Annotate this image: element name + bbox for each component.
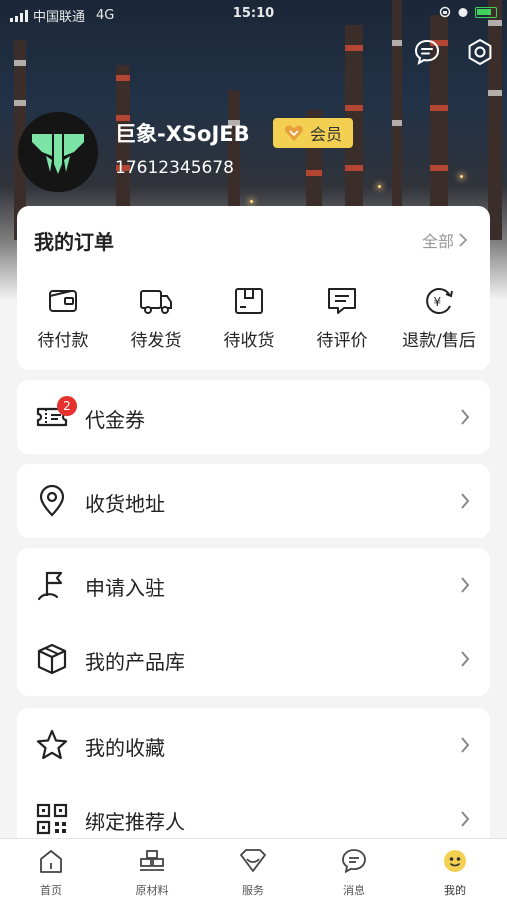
- order-pending-review[interactable]: 待评价: [296, 286, 388, 351]
- alarm-icon: [458, 8, 468, 17]
- light-dot: [460, 175, 463, 178]
- order-label: 待付款: [37, 331, 89, 351]
- coupon-card: 2 代金券: [17, 380, 490, 454]
- username: 巨象-XSoJEB: [115, 122, 250, 146]
- light-dot: [250, 200, 253, 203]
- menu-apply[interactable]: 申请入驻: [17, 548, 490, 622]
- message-icon[interactable]: [413, 38, 441, 66]
- merchant-card: 申请入驻 我的产品库: [17, 548, 490, 696]
- orders-all-label: 全部: [421, 232, 454, 251]
- tab-label: 原材料: [135, 884, 169, 897]
- flag-icon: [37, 571, 63, 601]
- order-refund-aftersale[interactable]: ¥ 退款/售后: [389, 286, 489, 351]
- chevron-right-icon: [461, 737, 470, 753]
- refund-icon: ¥: [426, 288, 453, 314]
- coupon-count-badge: 2: [57, 396, 77, 416]
- tab-label: 我的: [444, 884, 466, 897]
- light-dot: [378, 185, 381, 188]
- elephant-logo-icon: [18, 112, 98, 192]
- settings-icon[interactable]: [466, 38, 494, 66]
- materials-icon: [140, 850, 164, 871]
- vip-heart-icon: [285, 125, 303, 141]
- chevron-right-icon: [461, 811, 470, 827]
- favorites-card: 我的收藏 绑定推荐人: [17, 708, 490, 848]
- order-label: 待发货: [130, 331, 182, 351]
- status-time: 15:10: [232, 6, 275, 21]
- orders-card: 我的订单 全部 待付款 待发货 待收货 待评价 ¥ 退款/售后: [17, 206, 490, 370]
- package-icon: [235, 288, 263, 314]
- tab-label: 首页: [40, 884, 62, 897]
- status-bar: 中国联通 4G 15:10: [0, 0, 507, 28]
- chevron-right-icon: [459, 233, 468, 247]
- star-icon: [36, 729, 68, 760]
- order-label: 待收货: [223, 331, 275, 351]
- location-icon: [39, 484, 65, 517]
- vip-badge[interactable]: 会员: [273, 118, 353, 148]
- profile-icon: [444, 850, 466, 872]
- address-card: 收货地址: [17, 464, 490, 538]
- bottom-tab-bar: 首页 原材料 服务 消息 我的: [0, 838, 507, 900]
- vip-label: 会员: [309, 125, 342, 144]
- tab-profile[interactable]: 我的: [415, 847, 495, 898]
- menu-label: 我的产品库: [85, 650, 185, 674]
- avatar[interactable]: [18, 112, 98, 192]
- home-icon: [40, 850, 62, 873]
- menu-label: 我的收藏: [85, 736, 165, 760]
- menu-label: 代金券: [85, 408, 145, 432]
- chevron-right-icon: [461, 577, 470, 593]
- order-pending-receipt[interactable]: 待收货: [203, 286, 295, 351]
- lock-rotation-icon: [439, 6, 451, 18]
- orders-all-link[interactable]: 全部: [422, 228, 468, 252]
- truck-icon: [140, 290, 172, 314]
- tab-messages[interactable]: 消息: [314, 847, 394, 898]
- tab-home[interactable]: 首页: [11, 847, 91, 898]
- wallet-icon: [49, 290, 77, 312]
- tab-materials[interactable]: 原材料: [112, 847, 192, 898]
- order-label: 退款/售后: [402, 331, 476, 351]
- menu-products[interactable]: 我的产品库: [17, 622, 490, 696]
- chevron-right-icon: [461, 409, 470, 425]
- menu-coupon[interactable]: 2 代金券: [17, 380, 490, 454]
- message-icon: [342, 849, 366, 874]
- tab-label: 服务: [242, 884, 264, 897]
- order-pending-shipment[interactable]: 待发货: [110, 286, 202, 351]
- menu-label: 申请入驻: [85, 576, 165, 600]
- order-label: 待评价: [316, 331, 368, 351]
- service-icon: [240, 849, 266, 872]
- svg-text:¥: ¥: [434, 295, 442, 309]
- chevron-right-icon: [461, 651, 470, 667]
- orders-title: 我的订单: [34, 230, 114, 254]
- menu-label: 收货地址: [85, 492, 165, 516]
- menu-favorites[interactable]: 我的收藏: [17, 708, 490, 782]
- chimney-image: [392, 0, 402, 240]
- qrcode-icon: [36, 803, 68, 835]
- tab-service[interactable]: 服务: [213, 847, 293, 898]
- battery-icon: [475, 6, 497, 18]
- chevron-right-icon: [461, 493, 470, 509]
- chimney-image: [488, 0, 502, 240]
- menu-address[interactable]: 收货地址: [17, 464, 490, 538]
- phone-number: 17612345678: [115, 158, 234, 178]
- box-icon: [37, 643, 67, 675]
- menu-label: 绑定推荐人: [85, 810, 185, 834]
- comment-icon: [328, 288, 356, 314]
- order-pending-payment[interactable]: 待付款: [17, 286, 109, 351]
- tab-label: 消息: [343, 884, 365, 897]
